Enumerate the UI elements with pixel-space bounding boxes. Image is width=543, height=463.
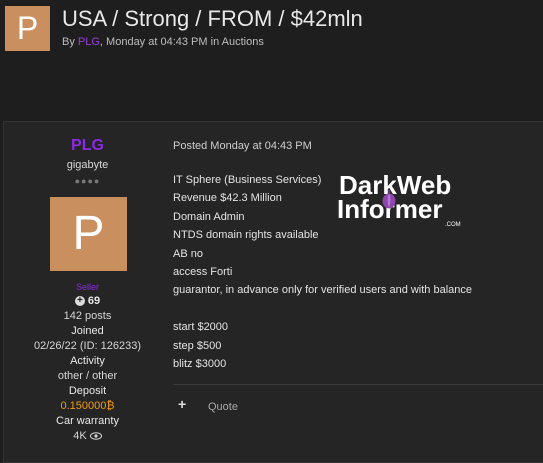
joined-label: Joined	[71, 325, 104, 337]
post: PLG gigabyte ●●●● P Seller +69 142 posts…	[3, 121, 543, 463]
deposit-label: Deposit	[68, 385, 107, 397]
reputation-value: 69	[87, 295, 101, 307]
post-username[interactable]: PLG	[4, 137, 171, 155]
post-date[interactable]: Posted Monday at 04:43 PM	[173, 140, 312, 152]
thread-author-avatar[interactable]: P	[5, 6, 50, 51]
meta-author-link[interactable]: PLG	[78, 36, 100, 48]
eye-icon	[89, 432, 102, 440]
post-count: 142 posts	[63, 310, 112, 322]
post-line: start $2000	[173, 321, 229, 334]
thread-title: USA / Strong / FROM / $42mln	[62, 6, 363, 31]
post-divider	[173, 384, 543, 385]
post-line: blitz $3000	[173, 357, 227, 370]
meta-in: in	[210, 36, 220, 48]
reputation-plus-icon: +	[74, 296, 85, 307]
user-cell: PLG gigabyte ●●●● P Seller +69 142 posts…	[4, 122, 171, 462]
post-line: access Forti	[173, 265, 233, 278]
warranty-value: 4K	[4, 430, 171, 442]
thread-meta: By PLG, Monday at 04:43 PM in Auctions	[62, 36, 264, 48]
joined-value: 02/26/22 (ID: 126233)	[33, 340, 142, 352]
plus-button[interactable]: +	[178, 396, 186, 412]
user-title: gigabyte	[66, 159, 109, 171]
deposit-value: 0.150000₿	[60, 400, 115, 412]
watermark-suffix: .COM	[445, 222, 461, 228]
post-line: step $500	[173, 339, 222, 352]
post-line: NTDS domain rights available	[173, 229, 319, 242]
activity-label: Activity	[70, 355, 105, 367]
post-avatar[interactable]: P	[50, 197, 127, 271]
meta-date: Monday at 04:43 PM	[106, 36, 208, 48]
post-line: guarantor, in advance only for verified …	[173, 284, 473, 297]
meta-by: By	[62, 36, 75, 48]
post-line: AB no	[173, 247, 203, 260]
post-line-blank	[173, 300, 472, 318]
activity-value: other / other	[57, 370, 118, 382]
quote-button[interactable]: Quote	[208, 401, 238, 413]
meta-forum-link[interactable]: Auctions	[222, 36, 264, 48]
thread-header: P USA / Strong / FROM / $42mln By PLG, M…	[0, 0, 543, 60]
user-role: Seller	[75, 282, 99, 292]
reputation: +69	[4, 295, 171, 307]
darkweb-informer-watermark: DarkWeb Informer .COM	[337, 170, 461, 228]
warranty-label: Car warranty	[56, 415, 119, 427]
rank-dots: ●●●●	[74, 176, 101, 186]
warranty-amount: 4K	[73, 430, 87, 442]
